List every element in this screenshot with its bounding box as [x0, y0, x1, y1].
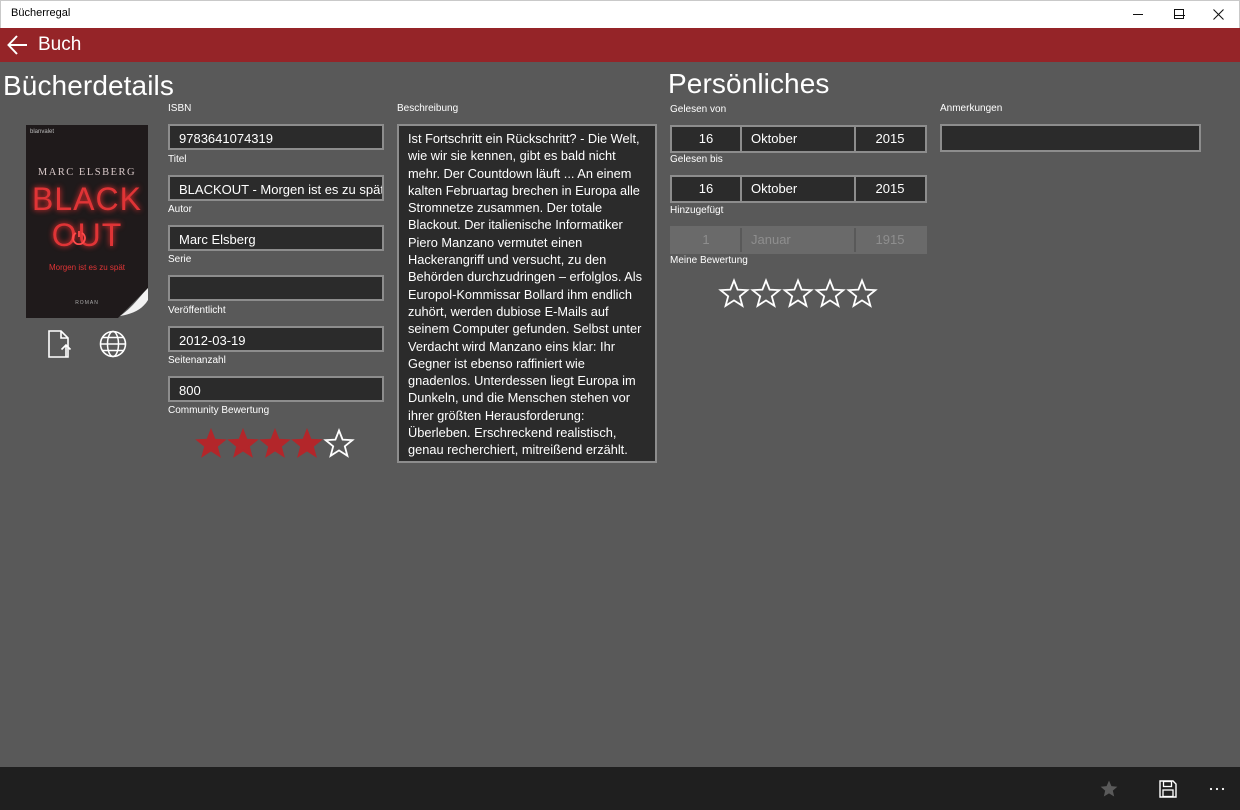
star-icon[interactable] [846, 278, 878, 310]
save-icon [1159, 779, 1177, 798]
back-button[interactable] [6, 33, 32, 57]
star-icon [227, 428, 259, 458]
minimize-button[interactable] [1116, 0, 1160, 28]
isbn-input[interactable]: 9783641074319 [168, 124, 384, 150]
star-icon [323, 428, 355, 458]
veroeffentlicht-label: Veröffentlicht [168, 305, 226, 316]
serie-label: Serie [168, 254, 192, 265]
serie-input[interactable] [168, 275, 384, 301]
star-icon[interactable] [750, 278, 782, 310]
hinzugefuegt-label: Hinzugefügt [670, 205, 724, 216]
globe-icon [99, 330, 127, 358]
gelesen-bis-day[interactable]: 16 [672, 177, 742, 201]
meine-bewertung-label: Meine Bewertung [670, 255, 748, 266]
favorite-button[interactable] [1092, 767, 1126, 810]
veroeffentlicht-input[interactable]: 2012-03-19 [168, 326, 384, 352]
close-button[interactable] [1196, 0, 1240, 28]
minimize-icon [1132, 13, 1143, 15]
star-icon[interactable] [814, 278, 846, 310]
window-title: Bücherregal [11, 7, 71, 19]
gelesen-bis-year[interactable]: 2015 [856, 177, 924, 201]
open-file-button[interactable] [46, 329, 76, 359]
page-curl-icon [118, 288, 148, 318]
hinzugefuegt-year: 1915 [875, 232, 905, 247]
seitenanzahl-label: Seitenanzahl [168, 355, 226, 366]
hinzugefuegt-month: Januar [742, 228, 856, 252]
gelesen-von-year[interactable]: 2015 [856, 127, 924, 151]
seitenanzahl-input[interactable]: 800 [168, 376, 384, 402]
gelesen-von-month[interactable]: Oktober [742, 127, 856, 151]
web-search-button[interactable] [98, 329, 128, 359]
autor-input[interactable]: Marc Elsberg [168, 225, 384, 251]
power-icon [72, 231, 86, 245]
cover-publisher: blanvalet [30, 129, 55, 135]
command-bar [0, 767, 1240, 810]
window-titlebar: Bücherregal [0, 0, 1240, 28]
details-heading: Bücherdetails [3, 70, 174, 101]
gelesen-von-datepicker[interactable]: 16 Oktober 2015 [670, 125, 927, 153]
cover-subtitle: Morgen ist es zu spät [48, 263, 126, 272]
arrow-left-icon [7, 35, 27, 55]
titel-label: Titel [168, 154, 187, 165]
save-button[interactable] [1151, 767, 1185, 810]
page-title: Buch [38, 34, 82, 55]
star-icon [1100, 780, 1118, 796]
cover-author: MARC ELSBERG [37, 167, 137, 178]
star-icon [195, 428, 227, 458]
star-icon [291, 428, 323, 458]
more-button[interactable] [1202, 767, 1232, 810]
file-upload-icon [48, 330, 72, 358]
anmerkungen-label: Anmerkungen [940, 103, 1003, 114]
community-rating [195, 428, 355, 460]
gelesen-bis-label: Gelesen bis [670, 154, 723, 165]
close-icon [1212, 8, 1224, 20]
beschreibung-label: Beschreibung [397, 103, 459, 114]
beschreibung-textarea[interactable]: Ist Fortschritt ein Rückschritt? - Die W… [397, 124, 657, 463]
maximize-icon [1173, 8, 1184, 19]
ellipsis-icon [1209, 787, 1225, 790]
autor-label: Autor [168, 204, 192, 215]
isbn-label: ISBN [168, 103, 192, 114]
star-icon[interactable] [718, 278, 750, 310]
hinzugefuegt-datepicker: 1 Januar 1915 [670, 226, 927, 254]
gelesen-bis-datepicker[interactable]: 16 Oktober 2015 [670, 175, 927, 203]
titel-input[interactable]: BLACKOUT - Morgen ist es zu spät [168, 175, 384, 201]
anmerkungen-input[interactable] [940, 124, 1201, 152]
my-rating[interactable] [718, 278, 878, 310]
book-cover: blanvalet MARC ELSBERG BLACK OUT Morgen … [26, 125, 148, 318]
cover-title-line1: BLACK [32, 181, 142, 217]
community-rating-label: Community Bewertung [168, 405, 270, 416]
app-header: Buch [0, 28, 1240, 62]
gelesen-von-day[interactable]: 16 [672, 127, 742, 151]
star-icon[interactable] [782, 278, 814, 310]
personal-heading: Persönliches [668, 68, 830, 99]
cover-title-line2: OUT [51, 217, 123, 253]
gelesen-von-label: Gelesen von [670, 104, 727, 115]
gelesen-bis-month[interactable]: Oktober [742, 177, 856, 201]
star-icon [259, 428, 291, 458]
hinzugefuegt-day: 1 [672, 228, 742, 252]
maximize-button[interactable] [1157, 0, 1201, 28]
